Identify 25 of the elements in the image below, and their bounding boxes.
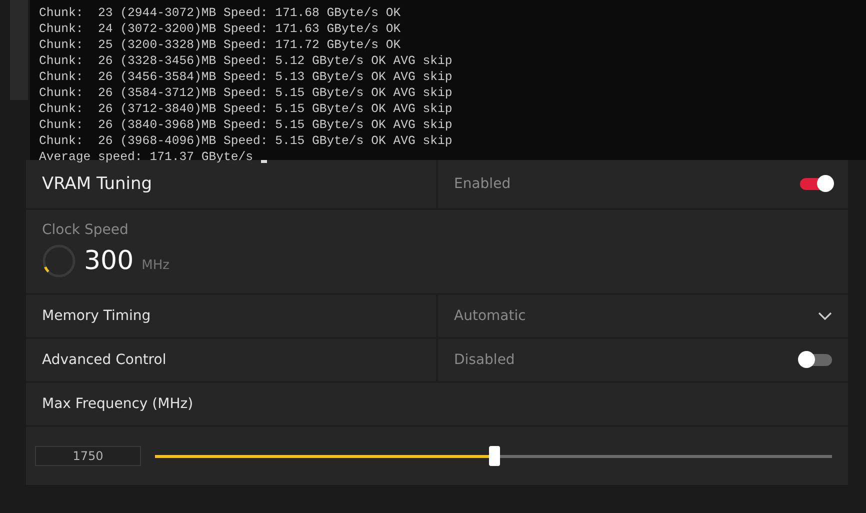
- terminal-line: Chunk: 26 (3968-4096)MB Speed: 5.15 GByte/s OK AVG skip: [39, 133, 454, 149]
- terminal-line: Chunk: 26 (3712-3840)MB Speed: 5.15 GByte/s OK AVG skip: [39, 101, 454, 117]
- terminal-line: Chunk: 26 (3840-3968)MB Speed: 5.15 GByte/s OK AVG skip: [39, 117, 454, 133]
- terminal-line: Chunk: 25 (3200-3328)MB Speed: 171.72 GByte/s OK: [39, 37, 402, 53]
- setting-label: Memory Timing: [42, 308, 151, 324]
- toggle-switch[interactable]: [800, 354, 832, 366]
- frequency-input[interactable]: 1750: [35, 446, 141, 466]
- chevron-down-icon[interactable]: [818, 312, 832, 320]
- slider-thumb[interactable]: [488, 446, 500, 466]
- setting-label: Max Frequency (MHz): [42, 396, 194, 412]
- toggle-switch[interactable]: [800, 178, 832, 190]
- terminal-line: Chunk: 26 (3456-3584)MB Speed: 5.13 GByte/s OK AVG skip: [39, 69, 454, 85]
- toggle-state: Enabled: [454, 176, 512, 192]
- terminal-line: Chunk: 24 (3072-3200)MB Speed: 171.63 GByte/s OK: [39, 21, 402, 37]
- terminal-line: Average speed: 171.37 GByte/s: [39, 149, 866, 165]
- clock-speed-value: 300: [84, 246, 134, 276]
- terminal-line: Chunk: 26 (3328-3456)MB Speed: 5.12 GByte/s OK AVG skip: [39, 53, 454, 69]
- text-cursor: [261, 160, 268, 163]
- panel-title: VRAM Tuning: [42, 174, 152, 194]
- terminal-line: Chunk: 26 (3584-3712)MB Speed: 5.15 GByte/s OK AVG skip: [39, 85, 454, 101]
- setting-label: Advanced Control: [42, 352, 166, 368]
- toggle-state: Disabled: [454, 352, 516, 368]
- unit-label: MHz: [142, 258, 170, 272]
- clock-speed-label: Clock Speed: [42, 222, 130, 238]
- terminal-line: Chunk: 23 (2944-3072)MB Speed: 171.68 GByte/s OK: [39, 5, 402, 21]
